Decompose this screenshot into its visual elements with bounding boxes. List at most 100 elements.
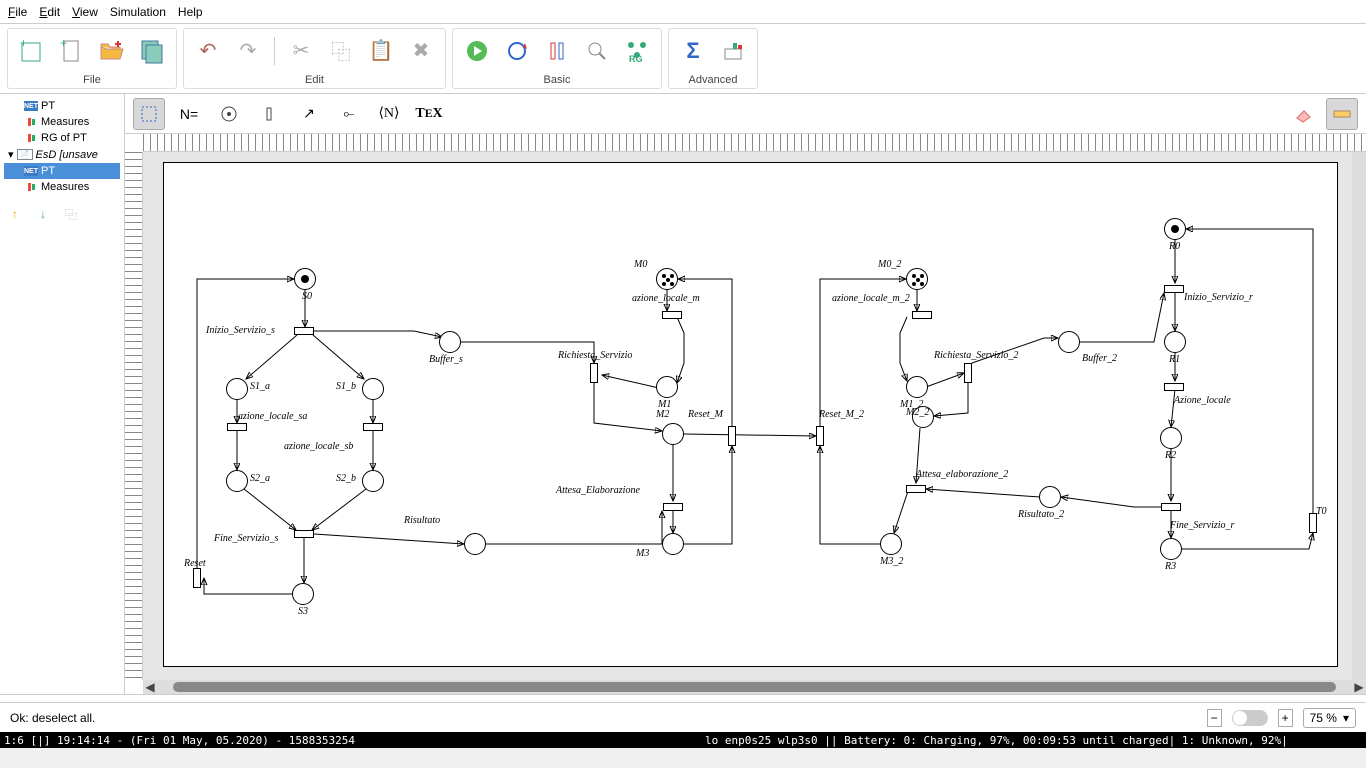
- trans-azione_locale_sa[interactable]: [227, 423, 247, 431]
- copy-icon[interactable]: ⿻: [327, 37, 355, 65]
- ruler-icon[interactable]: [1326, 98, 1358, 130]
- unfold-icon[interactable]: [543, 37, 571, 65]
- move-down-icon[interactable]: ↓: [34, 205, 52, 223]
- place-M0_2[interactable]: [906, 268, 928, 290]
- advanced2-icon[interactable]: [719, 37, 747, 65]
- trans-Richiesta_Servizio[interactable]: [590, 363, 598, 383]
- new-page-icon[interactable]: +: [58, 37, 86, 65]
- tree-measures[interactable]: Measures: [4, 114, 120, 130]
- place-M1[interactable]: [656, 376, 678, 398]
- sidebar: NETPT Measures RG of PT ▾ 📄 EsD [unsave …: [0, 94, 125, 694]
- toolbar-group-file: + + File: [7, 28, 177, 89]
- tree-rg[interactable]: RG of PT: [4, 130, 120, 146]
- analyze-icon[interactable]: [583, 37, 611, 65]
- place-Buffer_s[interactable]: [439, 331, 461, 353]
- trans-Fine_Servizio_r[interactable]: [1161, 503, 1181, 511]
- zoom-out-icon[interactable]: −: [1207, 709, 1222, 727]
- place-M1_2[interactable]: [906, 376, 928, 398]
- place-S2a[interactable]: [226, 470, 248, 492]
- menu-view[interactable]: View: [72, 5, 98, 19]
- toolbar-group-edit: ↶ ↷ ✂ ⿻ 📋 ✖ Edit: [183, 28, 446, 89]
- place-tool-icon[interactable]: [213, 98, 245, 130]
- new-net-icon[interactable]: +: [18, 37, 46, 65]
- save-all-icon[interactable]: [138, 37, 166, 65]
- canvas[interactable]: S0 S1_a S1_b S2_a S2_b S3 Buffer_s Risul…: [143, 152, 1352, 680]
- place-M0[interactable]: [656, 268, 678, 290]
- trans-Reset[interactable]: [193, 568, 201, 588]
- place-S1a[interactable]: [226, 378, 248, 400]
- tree-pt-sub[interactable]: NETPT: [4, 163, 120, 179]
- redo-icon[interactable]: ↷: [234, 37, 262, 65]
- menu-edit[interactable]: Edit: [39, 5, 60, 19]
- loop-icon[interactable]: [503, 37, 531, 65]
- select-tool-icon[interactable]: [133, 98, 165, 130]
- place-R1[interactable]: [1164, 331, 1186, 353]
- place-Buffer_2[interactable]: [1058, 331, 1080, 353]
- sigma-icon[interactable]: Σ: [679, 37, 707, 65]
- label-Reset: Reset: [184, 558, 206, 569]
- label-S2b: S2_b: [336, 473, 356, 484]
- scrollbar-horizontal[interactable]: ◀▶: [143, 680, 1366, 694]
- play-icon[interactable]: [463, 37, 491, 65]
- delete-icon[interactable]: ✖: [407, 37, 435, 65]
- trans-Attesa_elaborazione_2[interactable]: [906, 485, 926, 493]
- place-S3[interactable]: [292, 583, 314, 605]
- menu-simulation[interactable]: Simulation: [110, 5, 166, 19]
- trans-azione_locale_m_2[interactable]: [912, 311, 932, 319]
- menu-help[interactable]: Help: [178, 5, 203, 19]
- label-Reset_M: Reset_M: [688, 409, 723, 420]
- place-M2[interactable]: [662, 423, 684, 445]
- inhibitor-tool-icon[interactable]: ⟜: [333, 98, 365, 130]
- place-Risultato[interactable]: [464, 533, 486, 555]
- arc-tool-icon[interactable]: ↗: [293, 98, 325, 130]
- cut-icon[interactable]: ✂: [287, 37, 315, 65]
- trans-azione_locale_sb[interactable]: [363, 423, 383, 431]
- duplicate-icon[interactable]: ⿻: [62, 205, 80, 223]
- place-S1b[interactable]: [362, 378, 384, 400]
- place-M3_2[interactable]: [880, 533, 902, 555]
- tex-tool[interactable]: TEX: [413, 98, 445, 130]
- trans-Azione_locale[interactable]: [1164, 383, 1184, 391]
- system-bar: 1:6 [|] 19:14:14 - (Fri 01 May, 05.2020)…: [0, 732, 1366, 748]
- place-Risultato_2[interactable]: [1039, 486, 1061, 508]
- eraser-icon[interactable]: [1288, 98, 1320, 130]
- petri-net-page[interactable]: S0 S1_a S1_b S2_a S2_b S3 Buffer_s Risul…: [163, 162, 1338, 667]
- trans-Inizio_Servizio_r[interactable]: [1164, 285, 1184, 293]
- label-Inizio_Servizio_r: Inizio_Servizio_r: [1184, 292, 1253, 303]
- zoom-slider[interactable]: [1232, 710, 1268, 726]
- trans-Reset_M_2[interactable]: [816, 426, 824, 446]
- editor: N= ↗ ⟜ ⟨N⟩ TEX: [125, 94, 1366, 694]
- undo-icon[interactable]: ↶: [194, 37, 222, 65]
- tree-measures-sub[interactable]: Measures: [4, 179, 120, 195]
- n-tool[interactable]: ⟨N⟩: [373, 98, 405, 130]
- place-M3[interactable]: [662, 533, 684, 555]
- trans-Fine_Servizio_s[interactable]: [294, 530, 314, 538]
- label-S0: S0: [302, 291, 312, 302]
- place-R2[interactable]: [1160, 427, 1182, 449]
- menu-file[interactable]: File: [8, 5, 27, 19]
- trans-Richiesta_Servizio_2[interactable]: [964, 363, 972, 383]
- place-S0[interactable]: [294, 268, 316, 290]
- open-icon[interactable]: [98, 37, 126, 65]
- tree-pt[interactable]: NETPT: [4, 98, 120, 114]
- chevron-down-icon: ▾: [1343, 711, 1349, 725]
- place-S2b[interactable]: [362, 470, 384, 492]
- trans-Attesa_Elaborazione[interactable]: [663, 503, 683, 511]
- zoom-select[interactable]: 75 %▾: [1303, 708, 1356, 728]
- label-M0_2: M0_2: [878, 259, 901, 270]
- tree-esd[interactable]: ▾ 📄 EsD [unsave: [4, 146, 120, 163]
- paste-icon[interactable]: 📋: [367, 37, 395, 65]
- trans-Reset_M[interactable]: [728, 426, 736, 446]
- move-up-icon[interactable]: ↑: [6, 205, 24, 223]
- trans-azione_locale_m[interactable]: [662, 311, 682, 319]
- trans-Inizio_Servizio_s[interactable]: [294, 327, 314, 335]
- group-label-basic: Basic: [453, 72, 661, 88]
- zoom-in-icon[interactable]: +: [1278, 709, 1293, 727]
- label-azione_locale_m_2: azione_locale_m_2: [832, 293, 910, 304]
- transition-tool-icon[interactable]: [253, 98, 285, 130]
- place-R3[interactable]: [1160, 538, 1182, 560]
- place-R0[interactable]: [1164, 218, 1186, 240]
- scrollbar-vertical[interactable]: [1352, 152, 1366, 680]
- n-assign-tool[interactable]: N=: [173, 98, 205, 130]
- rg-icon[interactable]: RG: [623, 37, 651, 65]
